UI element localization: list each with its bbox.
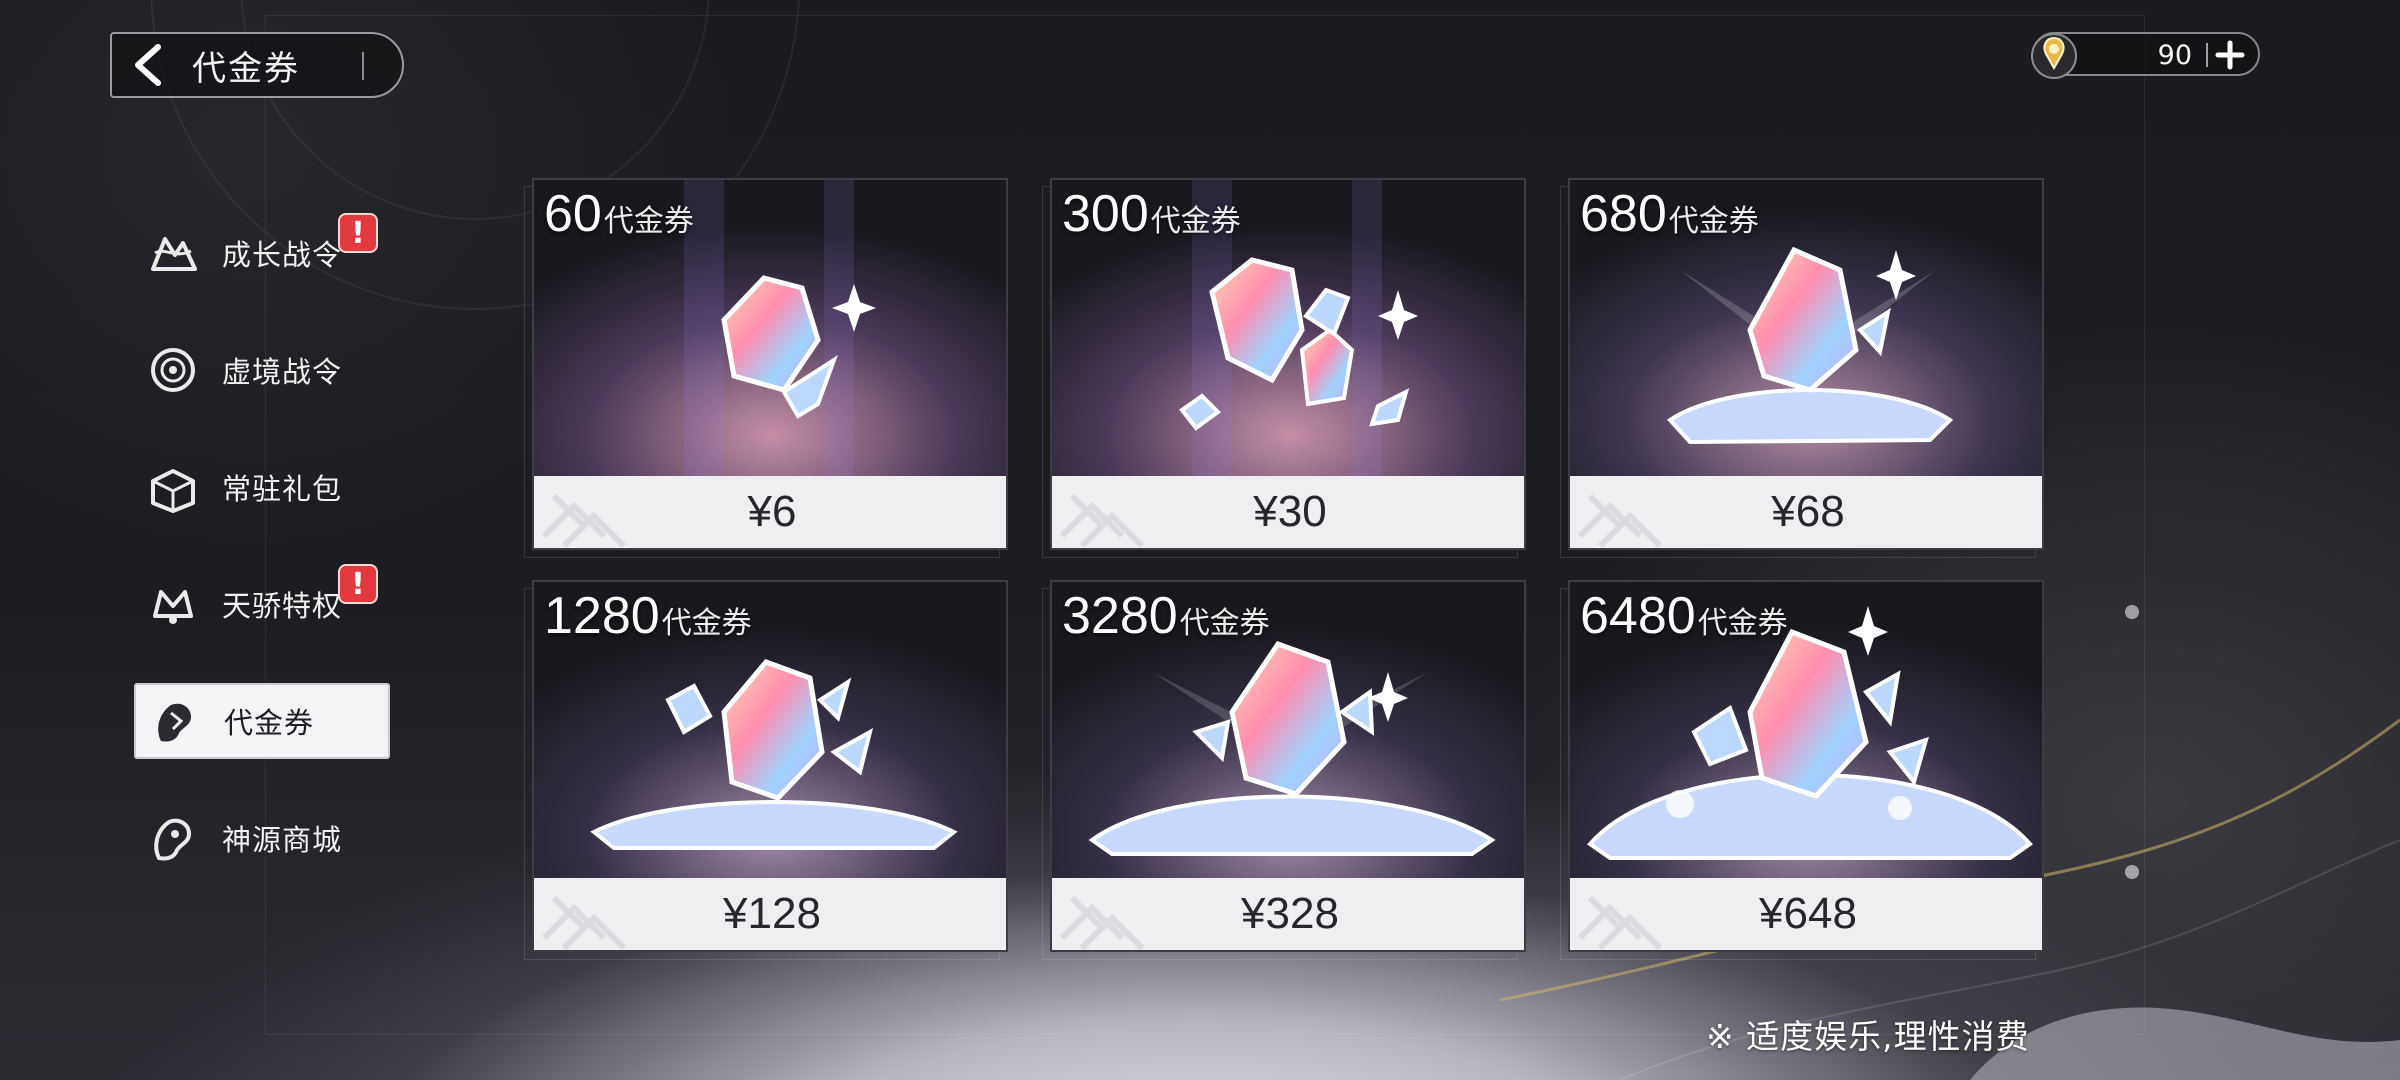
price-label: ¥30: [1253, 487, 1327, 536]
product-card-300[interactable]: 300 代金券 ¥30: [1050, 178, 1526, 550]
void-pass-icon: [138, 335, 208, 405]
amount-unit: 代金券: [1150, 204, 1241, 239]
amount-number: 6480: [1580, 587, 1696, 645]
price-label: ¥648: [1759, 889, 1857, 938]
sidebar-item-void-pass[interactable]: 虚境战令: [134, 332, 390, 408]
price-label: ¥128: [723, 889, 821, 938]
amount-unit: 代金券: [1697, 606, 1788, 641]
price-button[interactable]: ¥128: [534, 878, 1006, 950]
voucher-amount: 680 代金券: [1580, 184, 1759, 244]
sidebar-item-label: 神源商城: [222, 823, 343, 857]
sidebar-item-shop[interactable]: 神源商城: [134, 800, 390, 876]
moderation-notice: ※ 适度娱乐,理性消费: [1706, 1017, 2030, 1056]
amount-number: 680: [1580, 185, 1667, 243]
price-label: ¥6: [747, 487, 797, 536]
sidebar-item-growth-pass[interactable]: 成长战令 !: [134, 213, 390, 291]
pattern-decor-icon: [541, 895, 627, 950]
back-button[interactable]: 代金券: [110, 32, 404, 98]
voucher-amount: 60 代金券: [544, 184, 694, 244]
pattern-decor-icon: [1577, 493, 1663, 548]
voucher-amount: 300 代金券: [1062, 184, 1241, 244]
product-card-60[interactable]: 60 代金券 ¥6: [532, 178, 1008, 550]
voucher-icon: [140, 686, 210, 756]
currency-display: 90: [2031, 32, 2260, 79]
privilege-icon: [138, 569, 208, 639]
pattern-decor-icon: [1577, 895, 1663, 950]
pattern-decor-icon: [541, 493, 627, 548]
amount-unit: 代金券: [1668, 204, 1759, 239]
product-card-680[interactable]: 680 代金券 ¥68: [1568, 178, 2044, 550]
voucher-amount: 3280 代金券: [1062, 586, 1270, 646]
sidebar-item-label: 代金券: [224, 706, 315, 740]
amount-unit: 代金券: [1179, 606, 1270, 641]
add-currency-plus-icon[interactable]: [2214, 39, 2246, 71]
amount-number: 3280: [1062, 587, 1178, 645]
shop-icon: [138, 803, 208, 873]
currency-divider: [2206, 43, 2208, 67]
amount-unit: 代金券: [603, 204, 694, 239]
currency-coin-icon: [2031, 33, 2077, 79]
price-button[interactable]: ¥6: [534, 476, 1006, 548]
sidebar-item-label: 成长战令: [222, 238, 343, 272]
product-card-3280[interactable]: 3280 代金券 ¥328: [1050, 580, 1526, 952]
price-label: ¥328: [1241, 889, 1339, 938]
sidebar-item-voucher[interactable]: 代金券: [134, 683, 390, 759]
pattern-decor-icon: [1059, 895, 1145, 950]
voucher-amount: 6480 代金券: [1580, 586, 1788, 646]
gift-pack-icon: [138, 452, 208, 522]
growth-pass-icon: [138, 218, 208, 288]
sidebar-item-privilege[interactable]: 天骄特权 !: [134, 564, 390, 642]
decor-dot: [2125, 865, 2139, 879]
price-label: ¥68: [1771, 487, 1845, 536]
price-button[interactable]: ¥648: [1570, 878, 2042, 950]
amount-number: 1280: [544, 587, 660, 645]
pattern-decor-icon: [1059, 493, 1145, 548]
alert-badge: !: [338, 564, 378, 604]
decor-dot: [2125, 605, 2139, 619]
amount-unit: 代金券: [661, 606, 752, 641]
alert-badge: !: [338, 213, 378, 253]
product-card-1280[interactable]: 1280 代金券 ¥128: [532, 580, 1008, 952]
title-divider: [362, 52, 364, 80]
price-button[interactable]: ¥328: [1052, 878, 1524, 950]
sidebar-item-label: 常驻礼包: [222, 472, 343, 506]
page-title: 代金券: [192, 48, 300, 89]
amount-number: 300: [1062, 185, 1149, 243]
sidebar-item-gift-pack[interactable]: 常驻礼包: [134, 449, 390, 525]
back-arrow-icon: [112, 34, 184, 96]
price-button[interactable]: ¥68: [1570, 476, 2042, 548]
amount-number: 60: [544, 185, 602, 243]
currency-amount: 90: [2157, 40, 2192, 71]
product-card-6480[interactable]: 6480 代金券 ¥648: [1568, 580, 2044, 952]
price-button[interactable]: ¥30: [1052, 476, 1524, 548]
sidebar-item-label: 天骄特权: [222, 589, 343, 623]
voucher-amount: 1280 代金券: [544, 586, 752, 646]
sidebar-item-label: 虚境战令: [222, 355, 343, 389]
